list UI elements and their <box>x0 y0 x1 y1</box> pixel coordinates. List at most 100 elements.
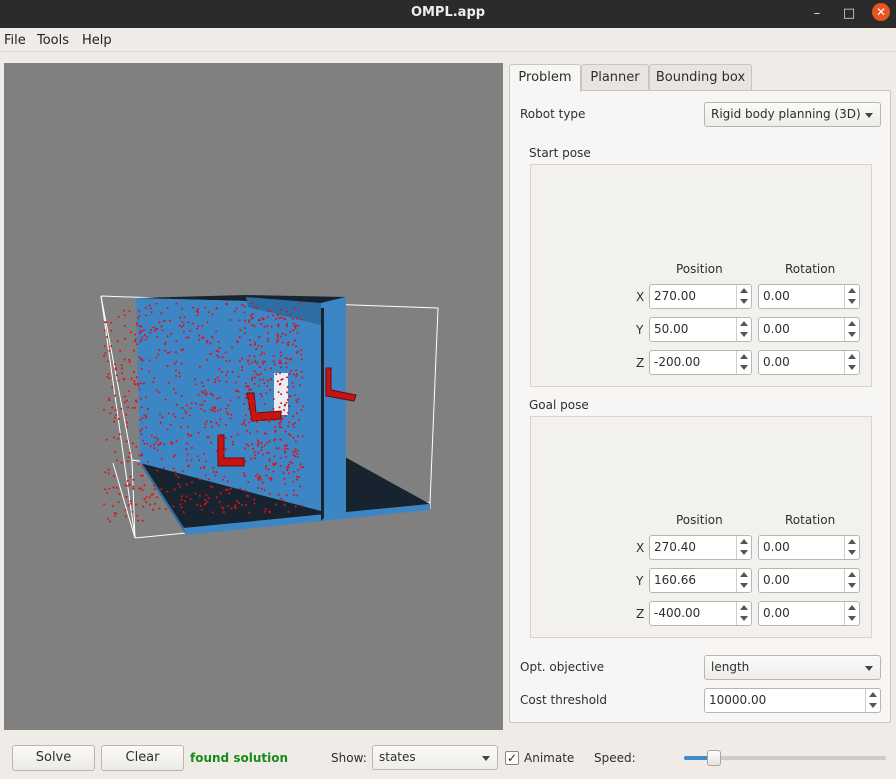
spin-down-icon[interactable] <box>740 616 748 621</box>
spin-up-icon[interactable] <box>848 354 856 359</box>
state-sample <box>105 321 108 324</box>
spin-up-icon[interactable] <box>869 692 877 697</box>
state-sample <box>175 369 177 372</box>
start-z-rotation-input[interactable]: 0.00 <box>758 350 860 375</box>
spin-down-icon[interactable] <box>740 550 748 555</box>
state-sample <box>137 382 140 385</box>
goal-z-position-input[interactable]: -400.00 <box>649 601 752 626</box>
spin-up-icon[interactable] <box>848 539 856 544</box>
opt-objective-select[interactable]: length <box>704 655 881 680</box>
cost-threshold-input[interactable]: 10000.00 <box>704 688 881 713</box>
goal-x-rotation-input[interactable]: 0.00 <box>758 535 860 560</box>
spin-up-icon[interactable] <box>848 321 856 326</box>
state-sample <box>167 381 170 384</box>
goal-x-position-input[interactable]: 270.40 <box>649 535 752 560</box>
show-value: states <box>379 750 416 764</box>
animate-checkbox[interactable]: ✓ <box>505 751 519 765</box>
spin-up-icon[interactable] <box>848 605 856 610</box>
menu-help[interactable]: Help <box>82 33 112 48</box>
state-sample <box>181 417 184 420</box>
state-sample <box>299 485 302 488</box>
spin-up-icon[interactable] <box>740 288 748 293</box>
close-button[interactable]: ✕ <box>872 3 890 21</box>
robot-type-select[interactable]: Rigid body planning (3D) <box>704 102 881 127</box>
spin-down-icon[interactable] <box>848 583 856 588</box>
minimize-button[interactable]: – <box>806 3 828 25</box>
state-sample <box>248 511 251 514</box>
start-y-rotation-input[interactable]: 0.00 <box>758 317 860 342</box>
state-sample <box>257 443 260 446</box>
state-sample <box>239 329 242 331</box>
state-sample <box>115 459 118 462</box>
state-sample <box>141 417 144 419</box>
spin-up-icon[interactable] <box>740 321 748 326</box>
state-sample <box>268 459 271 462</box>
state-sample <box>118 493 121 496</box>
spin-up-icon[interactable] <box>740 539 748 544</box>
state-sample <box>286 343 289 346</box>
state-sample <box>197 394 200 397</box>
solve-button[interactable]: Solve <box>12 745 95 771</box>
state-sample <box>266 451 269 454</box>
state-sample <box>255 411 258 414</box>
clear-button[interactable]: Clear <box>101 745 184 771</box>
spin-down-icon[interactable] <box>740 583 748 588</box>
state-sample <box>246 429 248 432</box>
state-sample <box>183 316 186 319</box>
maximize-button[interactable]: □ <box>838 3 860 25</box>
state-sample <box>114 409 117 412</box>
tab-problem[interactable]: Problem <box>509 64 581 92</box>
tab-bounding-box[interactable]: Bounding box <box>649 64 752 91</box>
state-sample <box>114 416 116 419</box>
spin-down-icon[interactable] <box>848 332 856 337</box>
state-sample <box>115 374 118 377</box>
spin-down-icon[interactable] <box>740 299 748 304</box>
state-sample <box>215 354 218 357</box>
state-sample <box>141 519 144 522</box>
goal-y-position-input[interactable]: 160.66 <box>649 568 752 593</box>
start-z-position-input[interactable]: -200.00 <box>649 350 752 375</box>
spin-down-icon[interactable] <box>848 616 856 621</box>
state-sample <box>116 340 119 343</box>
state-sample <box>155 441 158 444</box>
state-sample <box>175 473 177 476</box>
spin-down-icon[interactable] <box>740 365 748 370</box>
menu-tools[interactable]: Tools <box>37 33 69 48</box>
3d-viewport[interactable] <box>4 63 503 730</box>
spin-up-icon[interactable] <box>848 288 856 293</box>
state-sample <box>292 329 295 332</box>
scene-canvas[interactable] <box>4 63 503 730</box>
menu-file[interactable]: File <box>4 33 26 48</box>
speed-slider-handle[interactable] <box>706 750 721 766</box>
state-sample <box>154 502 156 505</box>
state-sample <box>172 387 175 390</box>
state-sample <box>140 474 143 477</box>
goal-y-rotation-input[interactable]: 0.00 <box>758 568 860 593</box>
state-sample <box>149 503 152 506</box>
spin-down-icon[interactable] <box>740 332 748 337</box>
start-y-position-input[interactable]: 50.00 <box>649 317 752 342</box>
start-x-position-input[interactable]: 270.00 <box>649 284 752 309</box>
spin-down-icon[interactable] <box>848 550 856 555</box>
spin-up-icon[interactable] <box>740 605 748 610</box>
state-sample <box>132 478 135 481</box>
goal-z-rotation-input[interactable]: 0.00 <box>758 601 860 626</box>
state-sample <box>204 389 207 392</box>
state-sample <box>262 318 265 321</box>
state-sample <box>113 436 116 439</box>
spin-up-icon[interactable] <box>848 572 856 577</box>
spin-down-icon[interactable] <box>848 365 856 370</box>
state-sample <box>289 330 292 333</box>
state-sample <box>257 487 260 489</box>
start-y-position-value: 50.00 <box>654 322 689 336</box>
spin-up-icon[interactable] <box>740 354 748 359</box>
spin-down-icon[interactable] <box>869 703 877 708</box>
state-sample <box>205 393 208 396</box>
spin-down-icon[interactable] <box>848 299 856 304</box>
state-sample <box>247 385 250 388</box>
show-select[interactable]: states <box>372 745 498 770</box>
start-x-rotation-input[interactable]: 0.00 <box>758 284 860 309</box>
state-sample <box>259 475 261 478</box>
spin-up-icon[interactable] <box>740 572 748 577</box>
tab-planner[interactable]: Planner <box>581 64 649 91</box>
